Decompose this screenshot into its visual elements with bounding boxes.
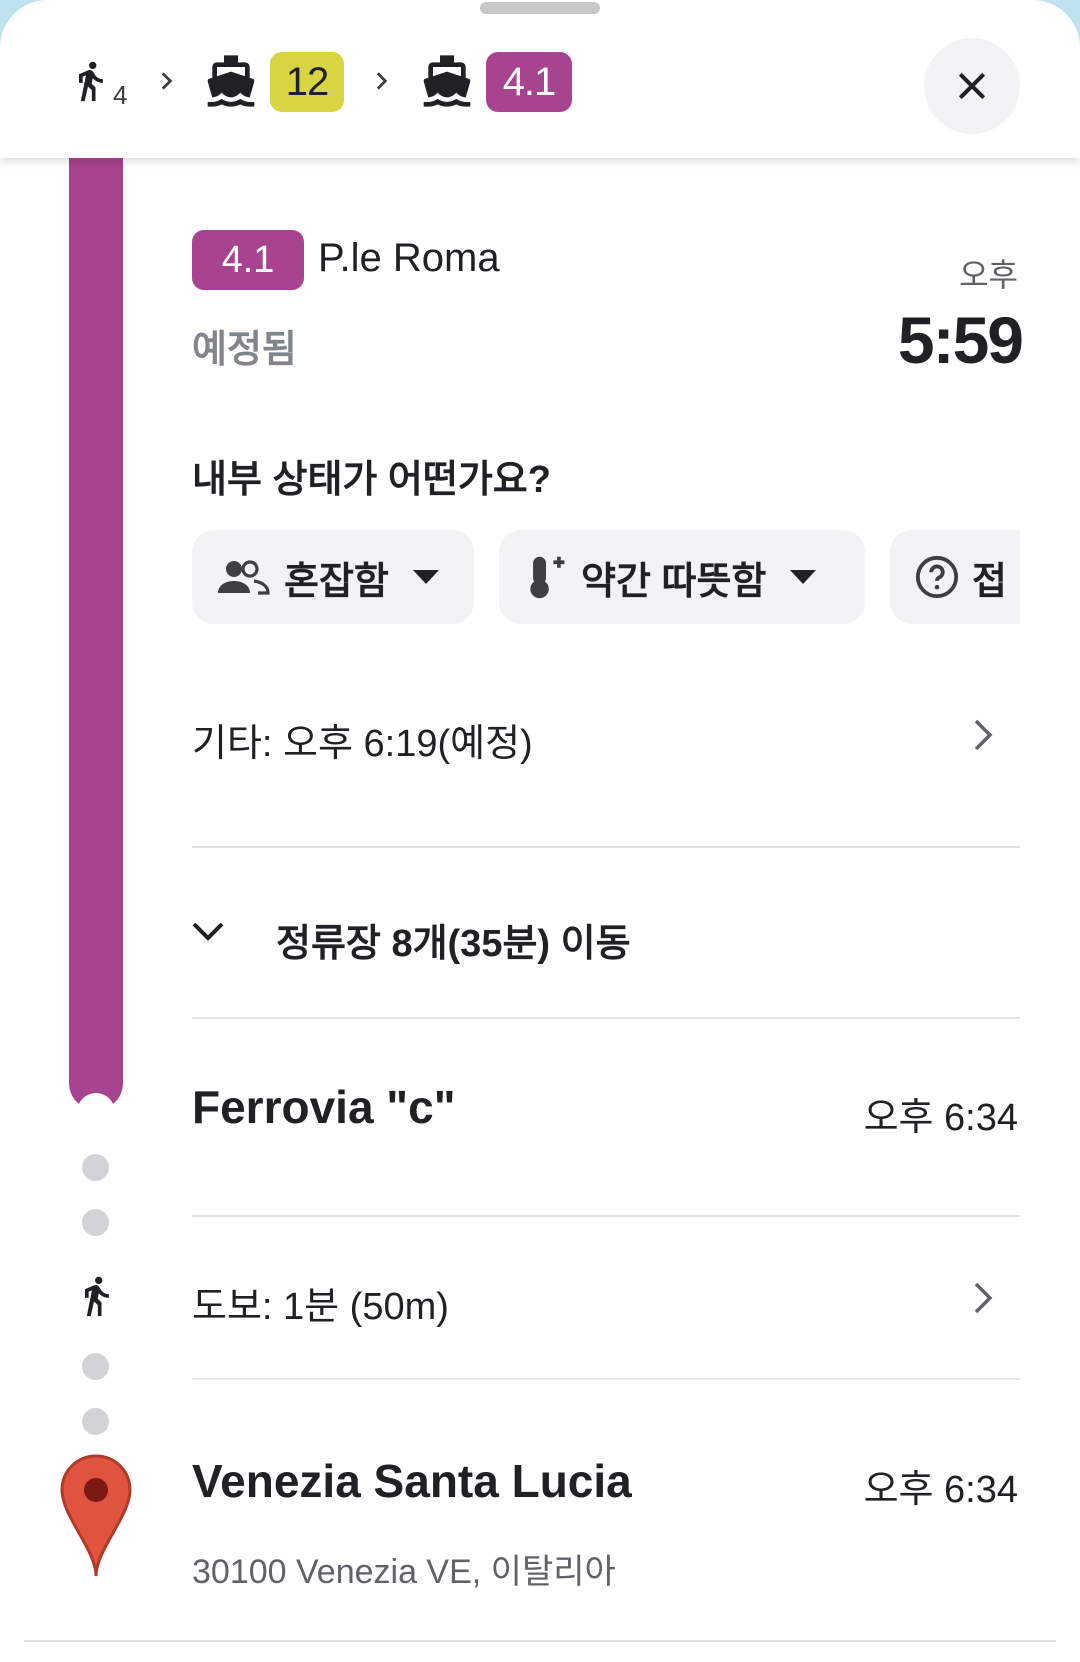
stop-marker <box>77 1093 115 1131</box>
help-circle-icon <box>914 554 960 600</box>
other-departure[interactable]: 기타: 오후 6:19(예정) <box>192 712 533 767</box>
drag-handle[interactable] <box>480 2 600 14</box>
walk-dot <box>82 1408 109 1435</box>
close-icon <box>958 72 986 100</box>
divider <box>192 1017 1020 1019</box>
chevron-right-icon[interactable] <box>968 715 998 755</box>
directions-sheet: 4 12 4.1 4.1 P.le Roma 예정됨 오후 5:59 내부 상태… <box>0 0 1080 1662</box>
close-button[interactable] <box>924 38 1020 134</box>
line-4-1-badge: 4.1 <box>486 52 572 112</box>
walk-minutes: 4 <box>113 80 128 110</box>
walk-step[interactable]: 도보: 1분 (50m) <box>192 1275 449 1330</box>
arrival-time: 오후 6:34 <box>863 1097 1018 1139</box>
chevron-right-icon <box>376 72 388 90</box>
arrival-stop-name: Ferrovia "c" <box>192 1081 456 1133</box>
line-12-badge: 12 <box>270 52 344 112</box>
walk-icon <box>74 1268 118 1324</box>
ferry-icon <box>416 52 478 110</box>
accessibility-chip[interactable]: 접 <box>890 530 1020 624</box>
destination-name: Venezia Santa Lucia <box>192 1455 632 1507</box>
chip-label: 약간 따뜻함 <box>581 560 767 603</box>
walk-dot <box>82 1209 109 1236</box>
chevron-down-icon[interactable] <box>190 918 226 946</box>
caret-down-icon <box>788 568 818 586</box>
stops-summary[interactable]: 정류장 8개(35분) 이동 <box>276 912 631 967</box>
walk-dot <box>82 1154 109 1181</box>
thermometer-icon <box>523 553 569 601</box>
divider <box>24 1640 1056 1642</box>
destination-time: 오후 6:34 <box>863 1469 1018 1511</box>
crowding-chip[interactable]: 혼잡함 <box>192 530 474 624</box>
divider <box>192 1378 1020 1380</box>
walk-dot <box>82 1353 109 1380</box>
people-icon <box>216 557 272 597</box>
chip-label: 접 <box>972 560 1007 603</box>
route-line <box>69 150 123 1110</box>
chevron-right-icon[interactable] <box>968 1278 998 1318</box>
divider <box>192 846 1020 848</box>
caret-down-icon <box>411 568 441 586</box>
destination-address: 30100 Venezia VE, 이탈리아 <box>192 1553 616 1591</box>
divider <box>192 1215 1020 1217</box>
ferry-icon <box>200 52 262 110</box>
destination-pin-icon <box>58 1452 134 1580</box>
temperature-chip[interactable]: 약간 따뜻함 <box>499 530 865 624</box>
chip-label: 혼잡함 <box>284 560 389 603</box>
chevron-right-icon <box>161 72 173 90</box>
route-summary-header: 4 12 4.1 <box>0 0 1080 158</box>
walk-icon <box>66 52 114 110</box>
